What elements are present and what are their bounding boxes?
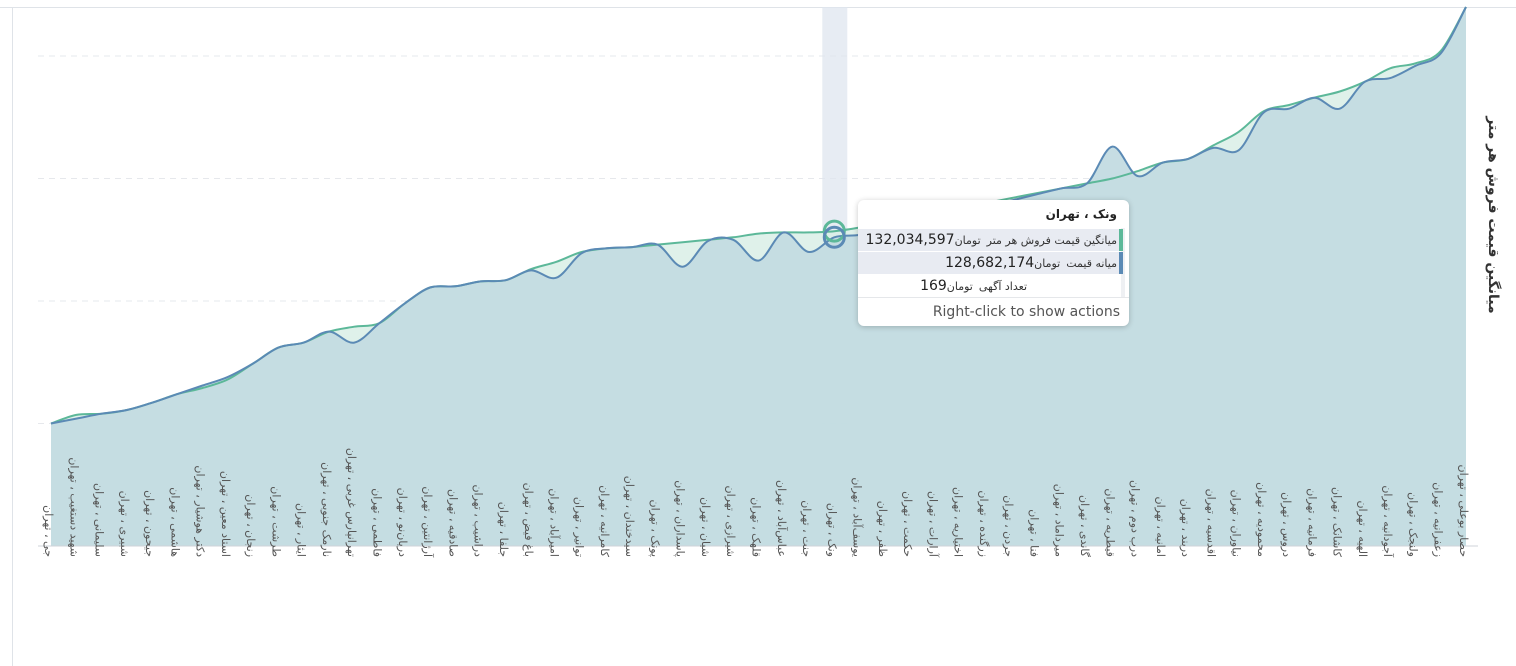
x-tick-label: ونک ، تهران — [825, 503, 838, 557]
x-tick-label: جردن ، تهران — [1002, 495, 1015, 557]
x-tick-label: قلهک ، تهران — [750, 497, 763, 557]
series-color-swatch — [1119, 229, 1123, 251]
x-tick-label: درب دوم ، تهران — [1129, 480, 1142, 557]
series-area-median — [51, 7, 1466, 546]
chart-tooltip: ونک ، تهران میانگین قیمت فروش هر متر توم… — [858, 200, 1129, 326]
tooltip-row-label: تعداد آگهی — [978, 279, 1027, 293]
tooltip-row-unit: تومان — [954, 233, 981, 247]
x-tick-label: باغ فیض ، تهران — [522, 483, 535, 557]
tooltip-row-unit: تومان — [946, 279, 973, 293]
x-tick-label: آجودانیه ، تهران — [1381, 485, 1395, 558]
x-tick-label: حصار بوعلی ، تهران — [1457, 465, 1470, 558]
x-tick-label: فرمانیه ، تهران — [1305, 488, 1318, 557]
x-tick-label: صادقیه ، تهران — [446, 489, 459, 557]
x-tick-label: استاد معین ، تهران — [219, 471, 232, 557]
x-tick-label: میرداماد ، تهران — [1053, 484, 1066, 557]
x-tick-label: حکمت ، تهران — [901, 491, 914, 557]
y-axis-label-text: میانگین قیمت فروش هر متر — [1485, 116, 1501, 314]
tooltip-row-median: میانه قیمت تومان 128,682,174 — [858, 252, 1123, 274]
x-tick-label: جیحون ، تهران — [143, 490, 156, 557]
x-tick-label: جلفا ، تهران — [497, 502, 510, 557]
x-tick-label: امانیه ، تهران — [1154, 497, 1167, 557]
x-tick-label: جی ، تهران — [42, 505, 55, 557]
x-tick-label: دکتر هوشیار ، تهران — [194, 465, 207, 557]
x-tick-label: دروس ، تهران — [1280, 492, 1293, 557]
tooltip-row-label: میانگین قیمت فروش هر متر — [986, 233, 1117, 247]
tooltip-row-count: تعداد آگهی تومان 169 — [858, 275, 1123, 297]
x-tick-label: آرارات ، تهران — [926, 491, 940, 558]
x-tick-label: شبیری ، تهران — [118, 491, 131, 557]
x-tick-label: یوسف‌آباد ، تهران — [851, 477, 865, 557]
x-tick-label: شیرازی ، تهران — [724, 486, 737, 557]
x-tick-label: دراشیب ، تهران — [472, 484, 485, 557]
x-tick-label: ظفر ، تهران — [876, 501, 889, 558]
x-tick-label: آرژانتین ، تهران — [421, 486, 435, 558]
x-tick-label: جنت ، تهران — [800, 500, 813, 557]
tooltip-divider — [858, 297, 1129, 298]
x-tick-label: توانیر ، تهران — [573, 497, 586, 557]
x-tick-label: فنا ، تهران — [1027, 509, 1040, 557]
tooltip-row-average: میانگین قیمت فروش هر متر تومان 132,034,5… — [858, 229, 1123, 251]
x-tick-label: طرشت ، تهران — [269, 486, 282, 557]
x-tick-label: کاشانک ، تهران — [1331, 487, 1344, 558]
x-tick-label: سلیمانی ، تهران — [93, 483, 106, 557]
x-tick-label: امیرآباد ، تهران — [547, 488, 561, 557]
tooltip-footer: Right-click to show actions — [932, 304, 1120, 320]
x-tick-label: تهرانپارس غربی ، تهران — [345, 448, 358, 557]
x-tick-label: قیطریه ، تهران — [1103, 488, 1116, 557]
tooltip-title: ونک ، تهران — [1045, 207, 1117, 221]
tooltip-row-value: 132,034,597 — [865, 232, 955, 248]
x-tick-label: شهید دستغیب ، تهران — [67, 457, 80, 557]
x-tick-label: الهیه ، تهران — [1356, 500, 1369, 557]
x-tick-label: ولنجک ، تهران — [1407, 492, 1420, 557]
x-tick-label: زنجان ، تهران — [244, 494, 257, 557]
x-tick-label: عباس‌آباد ، تهران — [775, 480, 789, 557]
series-color-swatch — [1119, 252, 1123, 274]
x-tick-label: دریان‌نو ، تهران — [396, 488, 409, 557]
x-tick-label: سیدخندان ، تهران — [623, 476, 636, 557]
x-tick-label: اقدسیه ، تهران — [1204, 489, 1217, 557]
x-tick-label: محمودیه ، تهران — [1255, 482, 1268, 557]
tooltip-row-label: میانه قیمت — [1066, 256, 1117, 270]
area-chart[interactable]: جی ، تهران شهید دستغیب ، تهران سلیمانی ، ت… — [0, 0, 1516, 666]
x-tick-label: کامرانیه ، تهران — [598, 485, 611, 558]
x-tick-label: نارمک جنوبی ، تهران — [320, 462, 333, 557]
x-tick-label: اختیاریه ، تهران — [952, 487, 965, 557]
x-tick-label: نیاوران ، تهران — [1230, 490, 1243, 557]
x-tick-label: هاشمی ، تهران — [168, 487, 181, 557]
tooltip-row-value: 128,682,174 — [945, 255, 1035, 271]
x-tick-label: پاسداران ، تهران — [674, 480, 687, 557]
x-tick-label: دربند ، تهران — [1179, 499, 1192, 557]
x-tick-label: پونک ، تهران — [648, 499, 661, 557]
x-tick-label: ایثار ، تهران — [295, 503, 308, 557]
x-tick-label: شیان ، تهران — [699, 497, 712, 557]
x-tick-label: زعفرانیه ، تهران — [1432, 482, 1445, 557]
tooltip-row-value: 169 — [920, 278, 947, 294]
x-tick-label: گاندی ، تهران — [1078, 495, 1091, 558]
x-tick-label: زرگنده ، تهران — [977, 490, 990, 557]
x-tick-label: فاطمی ، تهران — [371, 488, 384, 557]
tooltip-row-unit: تومان — [1034, 256, 1061, 270]
